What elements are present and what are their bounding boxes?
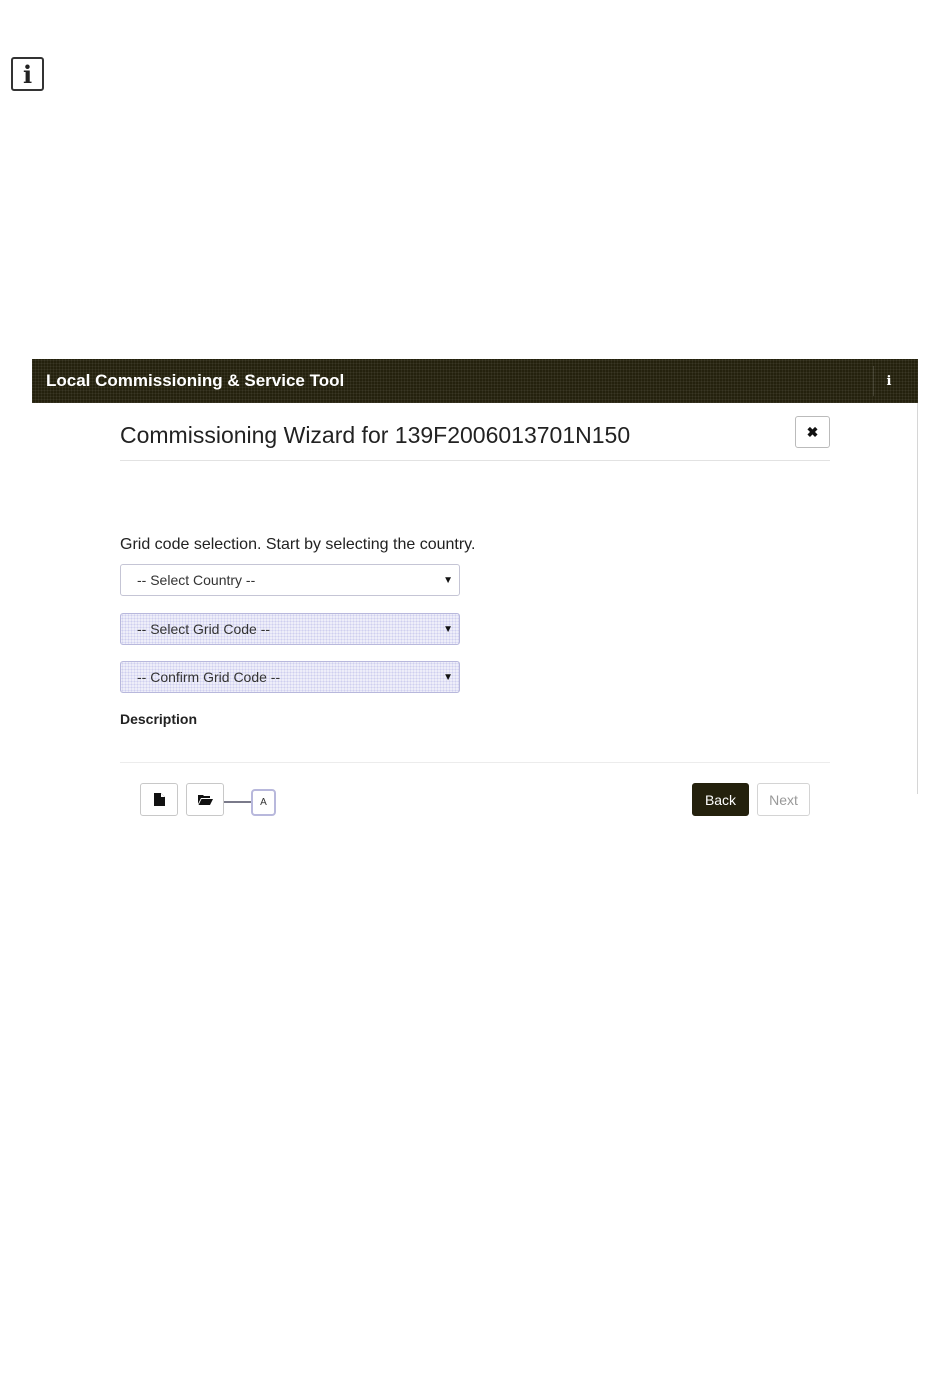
- file-icon: [153, 793, 165, 806]
- close-button[interactable]: ✖: [795, 416, 830, 448]
- wizard-header: Commissioning Wizard for 139F2006013701N…: [120, 403, 830, 461]
- grid-code-select-value: -- Select Grid Code --: [137, 621, 271, 637]
- app-title: Local Commissioning & Service Tool: [46, 371, 345, 390]
- app-window: Local Commissioning & Service Tool i Com…: [32, 359, 918, 816]
- new-file-button[interactable]: [140, 783, 178, 816]
- app-header: Local Commissioning & Service Tool i: [32, 359, 918, 403]
- grid-code-select[interactable]: -- Select Grid Code -- ▼: [120, 613, 460, 645]
- app-body: Commissioning Wizard for 139F2006013701N…: [32, 403, 918, 816]
- header-info-icon[interactable]: i: [873, 366, 904, 396]
- next-button[interactable]: Next: [757, 783, 810, 816]
- back-button[interactable]: Back: [692, 783, 749, 816]
- callout-line: [224, 801, 252, 803]
- folder-open-icon: [197, 795, 213, 805]
- country-select[interactable]: -- Select Country -- ▼: [120, 564, 460, 596]
- footer-divider: [120, 762, 830, 763]
- commissioning-wizard: Commissioning Wizard for 139F2006013701N…: [120, 403, 830, 816]
- open-folder-button[interactable]: [186, 783, 224, 816]
- confirm-grid-code-select-value: -- Confirm Grid Code --: [137, 669, 281, 685]
- wizard-title: Commissioning Wizard for 139F2006013701N…: [120, 422, 631, 448]
- chevron-down-icon: ▼: [443, 623, 453, 635]
- description-label: Description: [120, 711, 198, 727]
- confirm-grid-code-select[interactable]: -- Confirm Grid Code -- ▼: [120, 661, 460, 693]
- close-icon: ✖: [806, 423, 819, 440]
- country-select-value: -- Select Country --: [137, 572, 256, 588]
- grid-code-prompt: Grid code selection. Start by selecting …: [120, 536, 476, 553]
- chevron-down-icon: ▼: [443, 574, 453, 586]
- callout-label: A: [251, 789, 276, 816]
- chevron-down-icon: ▼: [443, 671, 453, 683]
- info-icon: i: [11, 57, 44, 91]
